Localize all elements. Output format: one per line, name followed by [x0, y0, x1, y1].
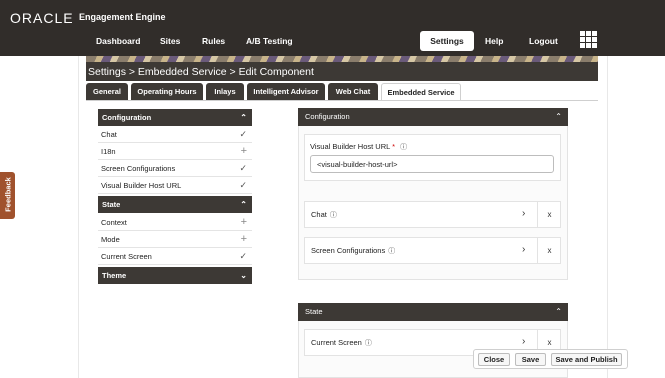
- info-icon[interactable]: ⓘ: [330, 210, 337, 220]
- tab-inlays[interactable]: Inlays: [206, 83, 244, 100]
- save-and-publish-button[interactable]: Save and Publish: [551, 353, 622, 366]
- config-row-screen-configurations[interactable]: Screen Configurations ⓘ › x: [304, 237, 561, 264]
- chevron-up-icon: ⌃: [555, 307, 562, 316]
- oracle-logo: ORACLE: [10, 10, 74, 26]
- chevron-up-icon: ⌃: [555, 112, 562, 121]
- left-configuration-title: Configuration: [102, 113, 152, 122]
- config-row-chat[interactable]: Chat ⓘ › x: [304, 201, 561, 228]
- required-marker: *: [392, 142, 396, 151]
- tab-general[interactable]: General: [86, 83, 128, 100]
- visual-builder-url-input[interactable]: [310, 155, 554, 173]
- breadcrumb: Settings > Embedded Service > Edit Compo…: [88, 66, 314, 78]
- nav-settings[interactable]: Settings: [420, 31, 474, 51]
- feedback-tab[interactable]: Feedback: [0, 172, 15, 219]
- tab-intelligent-advisor[interactable]: Intelligent Advisor: [247, 83, 325, 100]
- banner-decoration: [86, 56, 598, 62]
- row-label: Screen Configurations ⓘ: [311, 246, 395, 256]
- left-state-title: State: [102, 200, 121, 209]
- row-label: Chat ⓘ: [311, 210, 337, 220]
- chevron-up-icon: ⌃: [240, 200, 247, 209]
- chevron-up-icon: ⌃: [240, 113, 247, 122]
- left-item-label: Mode: [101, 235, 120, 244]
- app-grid-icon[interactable]: [580, 31, 597, 48]
- chevron-right-icon[interactable]: ›: [522, 208, 525, 219]
- chevron-right-icon[interactable]: ›: [522, 244, 525, 255]
- top-header: ORACLE Engagement Engine Dashboard Sites…: [0, 0, 665, 56]
- right-configuration-header[interactable]: Configuration ⌃: [298, 108, 568, 126]
- check-icon: ✓: [239, 251, 247, 261]
- check-icon: ✓: [239, 180, 247, 190]
- plus-icon[interactable]: +: [241, 231, 247, 248]
- save-button[interactable]: Save: [515, 353, 546, 366]
- right-state-title: State: [305, 307, 323, 316]
- row-label-text: Current Screen: [311, 338, 362, 347]
- nav-logout[interactable]: Logout: [529, 36, 558, 46]
- left-item-label: Current Screen: [101, 252, 152, 261]
- tab-operating-hours[interactable]: Operating Hours: [131, 83, 203, 100]
- left-item-screen-configurations[interactable]: Screen Configurations ✓: [98, 160, 252, 177]
- left-item-label: Screen Configurations: [101, 164, 176, 173]
- info-icon[interactable]: ⓘ: [400, 142, 407, 152]
- left-item-label: Visual Builder Host URL: [101, 181, 182, 190]
- chevron-right-icon[interactable]: ›: [522, 336, 525, 347]
- tab-web-chat[interactable]: Web Chat: [328, 83, 378, 100]
- remove-button[interactable]: x: [537, 202, 561, 227]
- left-item-label: Chat: [101, 130, 117, 139]
- left-item-chat[interactable]: Chat ✓: [98, 126, 252, 143]
- feedback-label: Feedback: [3, 177, 13, 212]
- nav-dashboard[interactable]: Dashboard: [96, 36, 140, 46]
- left-item-label: Context: [101, 218, 127, 227]
- left-state-header[interactable]: State ⌃: [98, 196, 252, 213]
- chevron-down-icon: ⌄: [240, 271, 247, 280]
- left-item-current-screen[interactable]: Current Screen ✓: [98, 248, 252, 265]
- page-banner: Settings > Embedded Service > Edit Compo…: [86, 56, 598, 81]
- tab-divider: [86, 100, 598, 101]
- left-item-visual-builder-host-url[interactable]: Visual Builder Host URL ✓: [98, 177, 252, 194]
- nav-help[interactable]: Help: [485, 36, 503, 46]
- info-icon[interactable]: ⓘ: [388, 246, 395, 256]
- row-label-text: Chat: [311, 210, 327, 219]
- left-item-i18n[interactable]: I18n +: [98, 143, 252, 160]
- plus-icon[interactable]: +: [241, 143, 247, 160]
- check-icon: ✓: [239, 129, 247, 139]
- plus-icon[interactable]: +: [241, 214, 247, 231]
- left-item-mode[interactable]: Mode +: [98, 231, 252, 248]
- url-label-text: Visual Builder Host URL: [310, 142, 391, 151]
- close-button[interactable]: Close: [478, 353, 510, 366]
- product-name: Engagement Engine: [79, 12, 166, 22]
- remove-button[interactable]: x: [537, 238, 561, 263]
- row-label: Current Screen ⓘ: [311, 338, 372, 348]
- left-item-context[interactable]: Context +: [98, 214, 252, 231]
- row-label-text: Screen Configurations: [311, 246, 386, 255]
- visual-builder-url-label: Visual Builder Host URL * ⓘ: [310, 142, 407, 152]
- right-state-header[interactable]: State ⌃: [298, 303, 568, 321]
- nav-rules[interactable]: Rules: [202, 36, 225, 46]
- left-theme-title: Theme: [102, 271, 127, 280]
- left-item-label: I18n: [101, 147, 116, 156]
- check-icon: ✓: [239, 163, 247, 173]
- tab-embedded-service[interactable]: Embedded Service: [381, 83, 461, 100]
- left-theme-header[interactable]: Theme ⌄: [98, 267, 252, 284]
- left-configuration-header[interactable]: Configuration ⌃: [98, 109, 252, 126]
- right-configuration-title: Configuration: [305, 112, 350, 121]
- nav-ab-testing[interactable]: A/B Testing: [246, 36, 293, 46]
- nav-sites[interactable]: Sites: [160, 36, 180, 46]
- info-icon[interactable]: ⓘ: [365, 338, 372, 348]
